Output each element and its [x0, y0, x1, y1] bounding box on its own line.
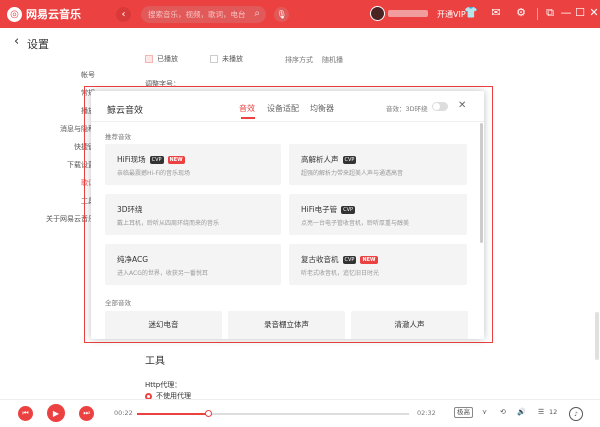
card-title: 纯净ACG — [117, 255, 149, 264]
effect-card-retro-radio[interactable]: 复古收音机 CVP NEW 听老式收音机，追忆旧日时光 — [289, 244, 467, 285]
tab-sound-effect[interactable]: 音效 — [239, 103, 255, 114]
checkbox-icon — [210, 55, 218, 63]
cvp-badge: CVP — [149, 155, 164, 164]
progress-knob[interactable] — [204, 410, 212, 417]
play-button[interactable]: ▶ — [47, 404, 65, 422]
prev-track-button[interactable]: ⏮ — [18, 406, 33, 421]
close-icon[interactable]: ✕ — [587, 6, 600, 19]
effect-card-psychedelic[interactable]: 迷幻电音 — [105, 311, 222, 339]
card-desc: 进入ACG的世界，收获另一番悦耳 — [117, 270, 208, 277]
effect-card-hires-vocal[interactable]: 高解析人声 CVP 超强的解析力带来超美人声与通透高音 — [289, 144, 467, 185]
tab-equalizer[interactable]: 均衡器 — [310, 103, 334, 114]
toggle-knob — [433, 103, 440, 110]
player-bar: ⏮ ▶ ⏭ 00:22 02:32 极高 ⋎ ⟲ 🔊 ☰ 12 ♪ — [0, 399, 600, 427]
sound-effect-dialog: 鲸云音效 音效 设备适配 均衡器 音效：3D环绕 ✕ 推荐音效 HiFi现场 CV… — [91, 91, 484, 339]
app-name: 网易云音乐 — [26, 8, 81, 21]
playlist-count: 12 — [549, 408, 558, 416]
loop-icon[interactable]: ⟲ — [500, 408, 506, 416]
dialog-close-icon[interactable]: ✕ — [458, 100, 466, 111]
app-logo[interactable]: ◎ 网易云音乐 — [7, 6, 81, 22]
tools-heading: 工具 — [145, 356, 165, 367]
mail-icon[interactable]: ✉ — [489, 6, 503, 19]
dialog-scrollbar[interactable] — [480, 123, 483, 243]
sort-label: 排序方式 — [285, 56, 313, 64]
card-desc: 点亮一台电子管收音机，聆听厚重与醇美 — [301, 220, 410, 227]
section-recommended: 推荐音效 — [105, 133, 131, 141]
card-title: 清澈人声 — [394, 320, 425, 329]
next-track-button[interactable]: ⏭ — [79, 406, 94, 421]
checkbox-icon — [145, 55, 153, 63]
shirt-icon[interactable]: 👕 — [464, 6, 478, 19]
vip-link[interactable]: 开通VIP — [437, 9, 466, 20]
search-input[interactable]: 搜索音乐，视频，歌词，电台 ⌕ — [141, 6, 266, 23]
next-icon: ⏭ — [83, 409, 90, 417]
nav-item-account[interactable]: 帐号 — [81, 70, 95, 80]
dialog-title: 鲸云音效 — [107, 106, 144, 116]
sound-effect-icon[interactable]: ⋎ — [482, 408, 487, 416]
total-time: 02:32 — [417, 409, 436, 417]
lyrics-icon: ♪ — [574, 410, 578, 418]
section-all: 全部音效 — [105, 299, 131, 307]
effect-card-3d-surround[interactable]: 3D环绕 戴上耳机，聆听从四周环绕而来的音乐 — [105, 194, 281, 235]
avatar[interactable] — [370, 6, 385, 21]
play-icon: ▶ — [52, 408, 60, 418]
cvp-badge: CVP — [341, 205, 356, 214]
card-title: 录音棚立体声 — [264, 320, 309, 329]
chip-unplayed[interactable]: 未播放 — [210, 54, 243, 64]
titlebar-divider — [537, 8, 538, 20]
card-desc: 超强的解析力带来超美人声与通透高音 — [301, 170, 404, 177]
search-icon[interactable]: ⌕ — [254, 8, 260, 19]
effect-card-hifi-live[interactable]: HiFi现场 CVP NEW 亲临最震撼Hi-Fi的音乐现场 — [105, 144, 281, 185]
card-title: 高解析人声 — [301, 155, 339, 164]
title-bar: ◎ 网易云音乐 ‹ 搜索音乐，视频，歌词，电台 ⌕ 🎙 开通VIP 👕 ✉ ⚙ … — [0, 0, 600, 28]
netease-logo-icon: ◎ — [7, 6, 22, 22]
effect-card-studio-stereo[interactable]: 录音棚立体声 — [228, 311, 345, 339]
effect-toggle[interactable] — [432, 102, 448, 111]
effect-card-clear-vocal[interactable]: 清澈人声 — [351, 311, 468, 339]
page-title: 设置 — [27, 38, 49, 51]
microphone-icon: 🎙 — [276, 10, 287, 19]
cvp-badge: CVP — [342, 255, 357, 264]
active-tab-indicator — [241, 117, 255, 119]
chip-label: 已播放 — [157, 55, 178, 63]
effect-card-hifi-tube[interactable]: HiFi电子管 CVP 点亮一台电子管收音机，聆听厚重与醇美 — [289, 194, 467, 235]
card-desc: 戴上耳机，聆听从四周环绕而来的音乐 — [117, 220, 220, 227]
mini-mode-icon[interactable]: ⧉ — [543, 6, 557, 20]
http-proxy-label: Http代理： — [145, 381, 182, 389]
previous-icon: ⏮ — [22, 409, 29, 417]
chip-played[interactable]: 已播放 — [145, 54, 178, 64]
quality-button[interactable]: 极高 — [454, 407, 473, 418]
user-name-blurred[interactable] — [388, 10, 428, 17]
voice-search-button[interactable]: 🎙 — [274, 7, 289, 22]
lyrics-button[interactable]: ♪ — [569, 407, 583, 421]
playlist-icon[interactable]: ☰ — [538, 408, 544, 416]
gear-icon[interactable]: ⚙ — [514, 6, 528, 19]
minimize-icon[interactable]: — — [559, 6, 573, 19]
effect-status-label: 音效：3D环绕 — [386, 105, 428, 113]
back-arrow-icon[interactable]: ‹ — [14, 34, 19, 49]
effect-card-pure-acg[interactable]: 纯净ACG 进入ACG的世界，收获另一番悦耳 — [105, 244, 281, 285]
card-title: 3D环绕 — [117, 205, 143, 214]
dialog-divider — [91, 121, 484, 122]
card-desc: 亲临最震撼Hi-Fi的音乐现场 — [117, 170, 191, 177]
chip-label: 未播放 — [222, 55, 243, 63]
current-time: 00:22 — [114, 409, 133, 417]
new-badge: NEW — [360, 255, 378, 264]
card-title: HiFi电子管 — [301, 205, 338, 214]
cvp-badge: CVP — [342, 155, 357, 164]
progress-bar[interactable] — [137, 410, 409, 417]
search-placeholder: 搜索音乐，视频，歌词，电台 — [148, 10, 246, 19]
maximize-icon[interactable]: ☐ — [573, 6, 587, 19]
progress-fill — [137, 413, 208, 415]
volume-icon[interactable]: 🔊 — [517, 408, 526, 416]
card-desc: 听老式收音机，追忆旧日时光 — [301, 270, 380, 277]
sort-select[interactable]: 随机播 — [322, 55, 343, 65]
tab-device-adaptation[interactable]: 设备适配 — [267, 103, 299, 114]
card-title: 复古收音机 — [301, 255, 339, 264]
new-badge: NEW — [167, 155, 185, 164]
card-title: 迷幻电音 — [148, 320, 179, 329]
card-title: HiFi现场 — [117, 155, 146, 164]
settings-scrollbar[interactable] — [595, 312, 599, 360]
